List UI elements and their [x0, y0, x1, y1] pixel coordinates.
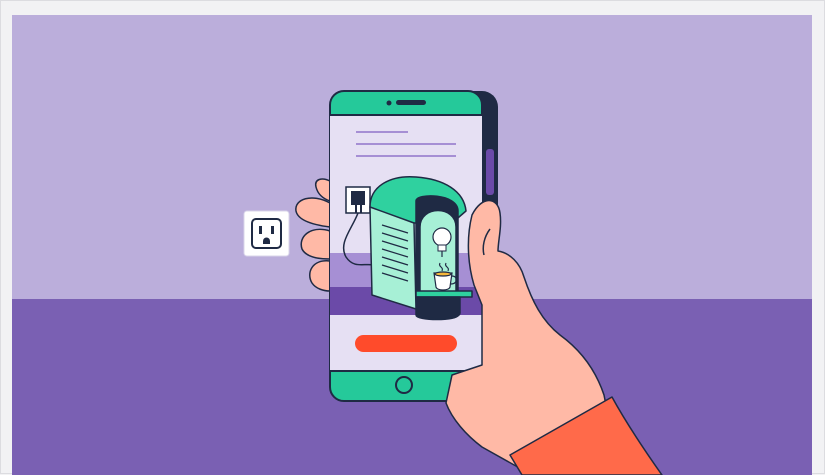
coffee-machine — [370, 177, 472, 320]
smart-home-illustration — [12, 15, 812, 475]
phone-speaker — [396, 100, 426, 105]
screen-text-line — [356, 131, 408, 133]
screen-text-line — [356, 143, 456, 145]
screen-text-line — [356, 155, 456, 157]
illustration-scene — [12, 15, 812, 475]
phone-side-button — [486, 149, 494, 195]
phone-camera — [387, 101, 392, 106]
image-frame — [0, 0, 825, 474]
wall-outlet-icon — [244, 211, 289, 256]
screen-action-button[interactable] — [355, 335, 457, 352]
